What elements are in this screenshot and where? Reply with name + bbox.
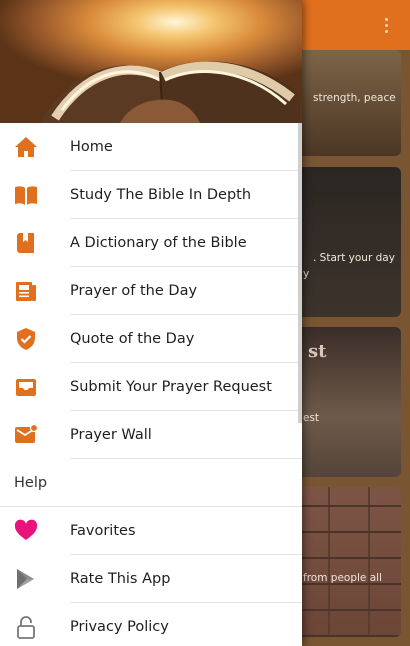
drawer-scrollbar[interactable]: [298, 123, 302, 423]
feed-card-text: strength, peace: [313, 92, 396, 104]
drawer-item-favorites[interactable]: Favorites: [0, 507, 302, 555]
lock-icon: [17, 616, 35, 639]
inbox-tray-icon: [16, 379, 36, 396]
drawer-item-quote-of-day[interactable]: Quote of the Day: [0, 315, 302, 363]
shield-check-icon: [17, 328, 35, 350]
drawer-item-rate-app[interactable]: Rate This App: [0, 555, 302, 603]
drawer-item-label: Quote of the Day: [70, 331, 195, 347]
bookmark-icon: [17, 233, 34, 253]
drawer-item-study-bible[interactable]: Study The Bible In Depth: [0, 171, 302, 219]
heart-icon: [14, 519, 38, 540]
book-icon: [15, 186, 37, 205]
drawer-item-prayer-wall[interactable]: Prayer Wall: [0, 411, 302, 459]
feed-card-text: est: [303, 412, 320, 424]
email-icon: [15, 423, 38, 443]
drawer-header-image: [0, 0, 302, 123]
drawer-item-label: Prayer of the Day: [70, 283, 198, 299]
drawer-item-label: Home: [70, 139, 113, 155]
drawer-item-privacy-policy[interactable]: Privacy Policy: [0, 603, 302, 646]
drawer-item-label: Study The Bible In Depth: [70, 187, 252, 203]
drawer-item-home[interactable]: Home: [0, 123, 302, 171]
play-store-icon: [17, 569, 34, 589]
drawer-section-help: Help: [0, 459, 302, 507]
drawer-item-label: Prayer Wall: [70, 427, 152, 443]
overflow-menu-icon[interactable]: [376, 13, 396, 37]
drawer-item-submit-prayer[interactable]: Submit Your Prayer Request: [0, 363, 302, 411]
drawer-item-label: Favorites: [70, 523, 136, 539]
drawer-item-label: A Dictionary of the Bible: [70, 235, 247, 251]
drawer-item-prayer-of-day[interactable]: Prayer of the Day: [0, 267, 302, 315]
feed-card-text: from people all: [303, 572, 382, 584]
feed-card-text-line2: y: [303, 268, 310, 280]
newspaper-icon: [16, 282, 36, 301]
drawer-item-label: Privacy Policy: [70, 619, 169, 635]
feed-card-text: . Start your day: [313, 252, 395, 264]
feed-card-overlay-text: st: [308, 341, 327, 362]
navigation-drawer: Home Study The Bible In Depth A Dictiona…: [0, 0, 302, 646]
home-icon: [15, 137, 37, 157]
drawer-item-label: Rate This App: [70, 571, 171, 587]
drawer-item-dictionary[interactable]: A Dictionary of the Bible: [0, 219, 302, 267]
drawer-item-label: Submit Your Prayer Request: [70, 379, 272, 395]
